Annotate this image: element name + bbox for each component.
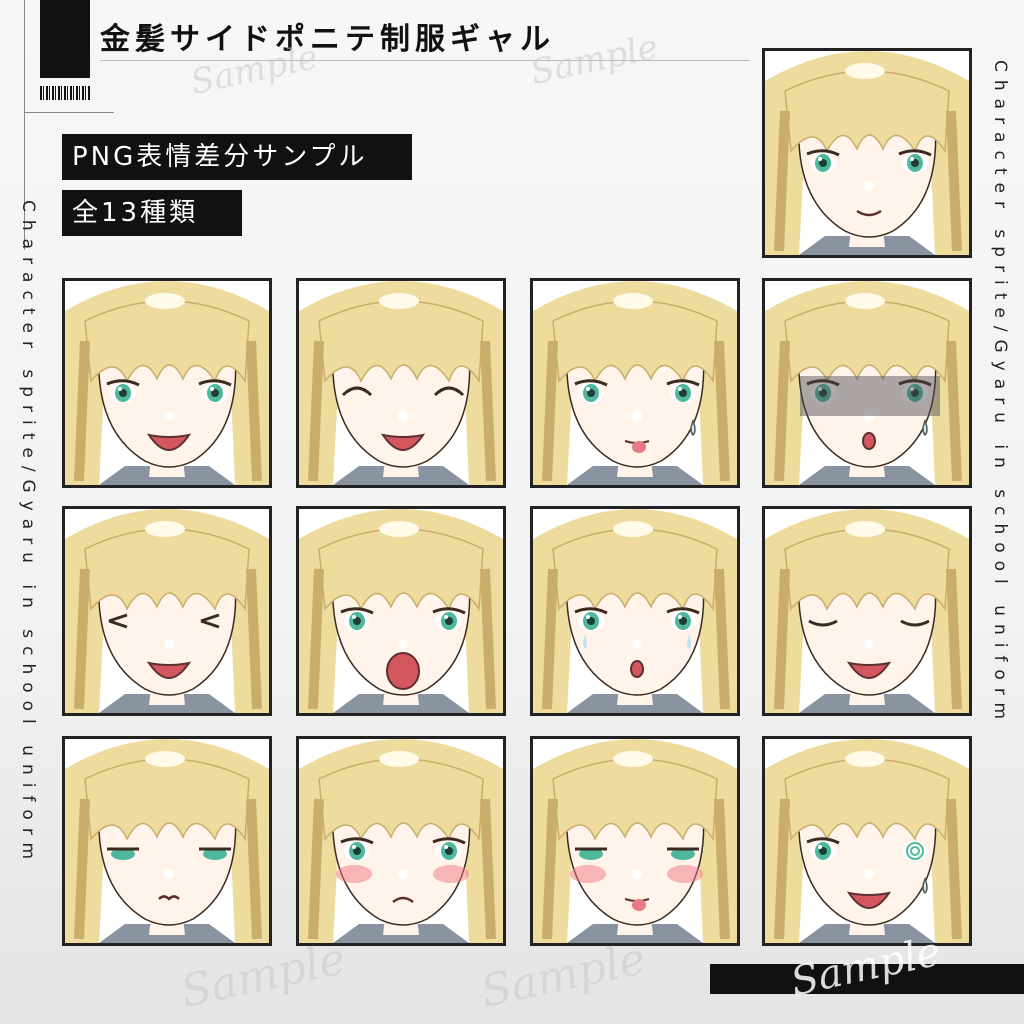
expression-tile-4 — [530, 278, 740, 488]
page-title: 金髪サイドポニテ制服ギャル — [100, 22, 555, 57]
expression-tile-6 — [62, 506, 272, 716]
tag-count: 全13種類 — [62, 190, 242, 236]
tag-png-sample: PNG表情差分サンプル — [62, 134, 412, 180]
expression-tile-11 — [296, 736, 506, 946]
expression-tile-7 — [296, 506, 506, 716]
expression-tile-9 — [762, 506, 972, 716]
expression-tile-3 — [296, 278, 506, 488]
expression-tile-12 — [530, 736, 740, 946]
expression-tile-8 — [530, 506, 740, 716]
expression-tile-1 — [762, 48, 972, 258]
expression-tile-2 — [62, 278, 272, 488]
expression-tile-13 — [762, 736, 972, 946]
frame-line-horizontal — [24, 112, 114, 113]
expression-tile-5 — [762, 278, 972, 488]
corner-block — [40, 0, 90, 78]
expression-tile-10 — [62, 736, 272, 946]
barcode-decoration — [40, 86, 90, 100]
side-text-right: Character sprite/Gyaru in school uniform — [990, 60, 1010, 728]
side-text-left: Character sprite/Gyaru in school uniform — [18, 200, 38, 868]
